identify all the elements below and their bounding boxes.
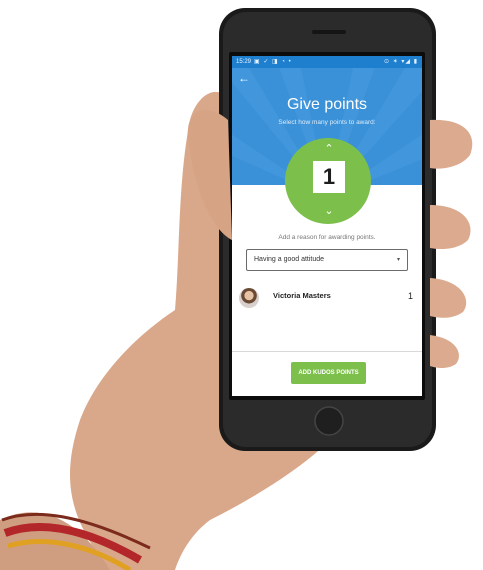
system-icons: ⊙ ✶ ▾◢ ▮: [384, 59, 418, 65]
points-counter-value: 1: [313, 161, 345, 193]
recipient-row[interactable]: Victoria Masters 1: [232, 286, 422, 310]
footer-divider: [232, 351, 422, 352]
status-time: 15:29: [236, 59, 252, 65]
add-kudos-points-button[interactable]: ADD KUDOS POINTS: [291, 362, 366, 384]
increment-chevron-up-icon[interactable]: ⌃: [323, 144, 335, 155]
reason-dropdown[interactable]: Having a good attitude ▾: [246, 249, 408, 271]
dropdown-caret-icon: ▾: [396, 257, 400, 263]
recipient-points: 1: [408, 291, 414, 301]
app-screen: 15:29 ▣ ✓ ◨ ◔ • ⊙ ✶ ▾◢ ▮ ← Give points S…: [232, 56, 422, 396]
decrement-chevron-down-icon[interactable]: ⌄: [323, 206, 335, 217]
recipient-name: Victoria Masters: [273, 291, 331, 300]
back-arrow-icon[interactable]: ←: [238, 72, 250, 84]
reason-selected-value: Having a good attitude: [254, 256, 325, 263]
page-subtitle: Select how many points to award:: [278, 119, 376, 126]
notification-icons: ▣ ✓ ◨ ◔ •: [254, 59, 292, 65]
page-title: Give points: [286, 96, 368, 113]
avatar: [239, 288, 259, 308]
reason-label: Add a reason for awarding points.: [278, 234, 376, 241]
points-selector: ⌃ 1 ⌄: [285, 138, 371, 224]
status-bar: 15:29 ▣ ✓ ◨ ◔ • ⊙ ✶ ▾◢ ▮: [232, 56, 422, 68]
